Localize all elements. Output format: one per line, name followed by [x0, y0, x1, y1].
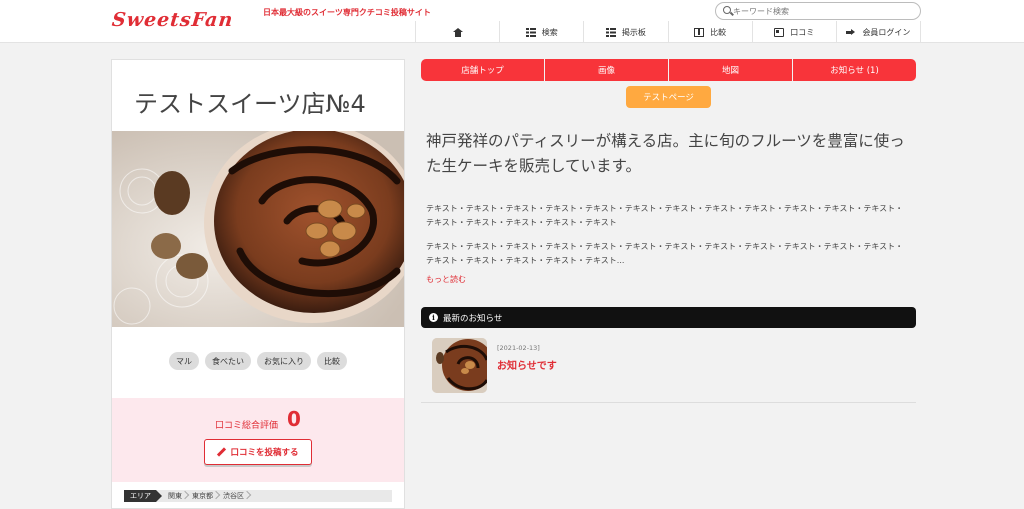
- area-crumb-shibuya[interactable]: 渋谷区: [221, 491, 252, 501]
- nav-login-label: 会員ログイン: [862, 27, 911, 37]
- main-nav: 検索 掲示板 比較 口コミ 会員ログイン: [415, 21, 922, 43]
- nav-compare-label: 比較: [710, 27, 727, 37]
- site-logo[interactable]: SweetsFan: [111, 9, 235, 31]
- news-heading: i 最新のお知らせ: [421, 307, 916, 328]
- post-review-button[interactable]: 口コミを投稿する: [204, 439, 312, 465]
- tag-want-to-eat[interactable]: 食べたい: [205, 352, 251, 370]
- nav-reviews-label: 口コミ: [790, 27, 815, 37]
- nav-board[interactable]: 掲示板: [584, 21, 669, 43]
- shop-photo[interactable]: [112, 131, 404, 327]
- nav-home[interactable]: [416, 21, 501, 43]
- nav-search-label: 検索: [541, 27, 558, 37]
- home-icon: [452, 27, 463, 37]
- tag-favorite[interactable]: お気に入り: [257, 352, 311, 370]
- site-tagline: 日本最大級のスイーツ専門クチコミ投稿サイト: [263, 8, 431, 17]
- login-icon: [846, 28, 856, 37]
- area-label: エリア: [124, 490, 162, 502]
- list-icon: [525, 27, 536, 37]
- pencil-icon: [217, 448, 226, 457]
- news-item[interactable]: [2021-02-13] お知らせです: [421, 336, 916, 403]
- news-heading-label: 最新のお知らせ: [443, 313, 503, 324]
- shop-tabs: 店舗トップ 画像 地図 お知らせ (1): [421, 59, 916, 81]
- tab-news[interactable]: お知らせ (1): [793, 59, 916, 81]
- nav-reviews[interactable]: 口コミ: [753, 21, 837, 43]
- review-score: 0: [287, 407, 301, 431]
- news-title[interactable]: お知らせです: [497, 357, 557, 372]
- nav-search[interactable]: 検索: [500, 21, 585, 43]
- search-box[interactable]: [715, 2, 921, 20]
- news-thumbnail-image: [432, 338, 487, 393]
- shop-description-2: テキスト・テキスト・テキスト・テキスト・テキスト・テキスト・テキスト・テキスト・…: [426, 242, 904, 265]
- review-label: 口コミ総合評価: [215, 421, 279, 431]
- columns-icon: [694, 27, 705, 37]
- nav-login[interactable]: 会員ログイン: [837, 21, 922, 43]
- tab-images[interactable]: 画像: [545, 59, 668, 81]
- shop-name: テストスイーツ店№4: [134, 90, 366, 118]
- shop-description-1: テキスト・テキスト・テキスト・テキスト・テキスト・テキスト・テキスト・テキスト・…: [426, 204, 904, 227]
- shop-intro: 神戸発祥のパティスリーが構える店。主に旬のフルーツを豊富に使った生ケーキを販売し…: [426, 132, 905, 175]
- area-crumb-kanto[interactable]: 関東: [166, 491, 190, 501]
- cake-image: [112, 131, 404, 327]
- search-input[interactable]: [733, 4, 913, 18]
- info-icon: i: [429, 313, 438, 322]
- action-tags: マル 食べたい お気に入り 比較: [112, 352, 404, 370]
- tab-shop-top[interactable]: 店舗トップ: [421, 59, 544, 81]
- review-summary: 口コミ総合評価 0 口コミを投稿する: [112, 398, 404, 482]
- site-header: SweetsFan 日本最大級のスイーツ専門クチコミ投稿サイト 検索 掲示板 比…: [0, 0, 1024, 43]
- news-thumbnail[interactable]: [432, 338, 487, 393]
- list-icon: [605, 27, 616, 37]
- area-crumb-tokyo[interactable]: 東京都: [190, 491, 221, 501]
- tab-test-page[interactable]: テストページ: [626, 86, 711, 108]
- news-date: [2021-02-13]: [497, 344, 540, 352]
- nav-compare[interactable]: 比較: [669, 21, 753, 43]
- post-review-label: 口コミを投稿する: [230, 448, 299, 458]
- tag-maru[interactable]: マル: [169, 352, 199, 370]
- tag-compare[interactable]: 比較: [317, 352, 347, 370]
- nav-board-label: 掲示板: [621, 27, 646, 37]
- shop-card: テストスイーツ店№4 マル 食べたい お気に入り 比較 口コミ総合評価 0 口コ…: [111, 59, 405, 509]
- area-breadcrumb: エリア 関東 東京都 渋谷区: [124, 490, 392, 502]
- card-icon: [774, 27, 785, 37]
- search-icon: [723, 6, 731, 14]
- tab-map[interactable]: 地図: [669, 59, 792, 81]
- read-more-link[interactable]: もっと読む: [426, 274, 466, 285]
